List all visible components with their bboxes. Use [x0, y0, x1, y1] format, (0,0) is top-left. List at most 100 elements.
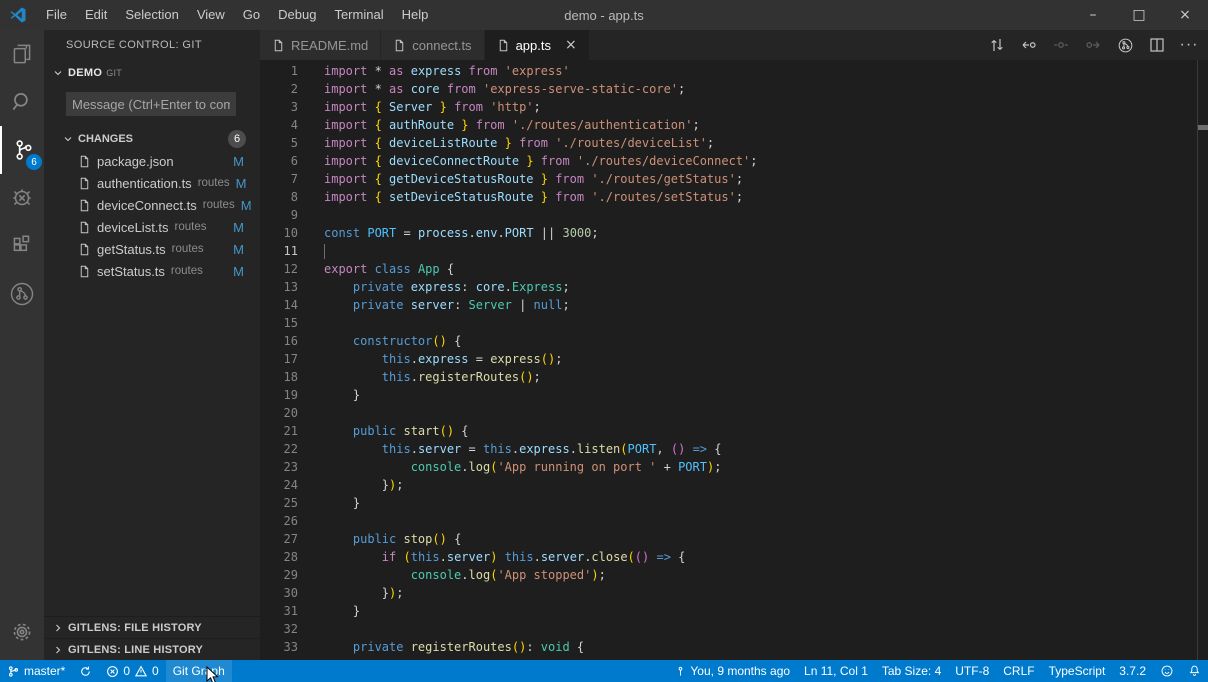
code-text: import { getDeviceStatusRoute } from './…	[324, 170, 743, 188]
code-line[interactable]: 19 }	[260, 386, 1208, 404]
code-line[interactable]: 2import * as core from 'express-serve-st…	[260, 80, 1208, 98]
code-line[interactable]: 29 console.log('App stopped');	[260, 566, 1208, 584]
file-name: getStatus.ts	[97, 242, 166, 257]
title-bar: FileEditSelectionViewGoDebugTerminalHelp…	[0, 0, 1208, 30]
code-line[interactable]: 26	[260, 512, 1208, 530]
debug-icon[interactable]	[0, 174, 44, 222]
code-line[interactable]: 14 private server: Server | null;	[260, 296, 1208, 314]
tab-size-indicator[interactable]: Tab Size: 4	[875, 660, 948, 682]
code-line[interactable]: 7import { getDeviceStatusRoute } from '.…	[260, 170, 1208, 188]
typescript-version[interactable]: 3.7.2	[1112, 660, 1153, 682]
code-line[interactable]: 31 }	[260, 602, 1208, 620]
code-line[interactable]: 4import { authRoute } from './routes/aut…	[260, 116, 1208, 134]
eol-indicator[interactable]: CRLF	[996, 660, 1041, 682]
changed-file-row[interactable]: getStatus.tsroutesM	[44, 238, 260, 260]
explorer-icon[interactable]	[0, 30, 44, 78]
tab-connect[interactable]: connect.ts	[381, 30, 484, 60]
changed-file-row[interactable]: setStatus.tsroutesM	[44, 260, 260, 282]
feedback-smiley-icon	[1160, 664, 1174, 678]
code-line[interactable]: 11	[260, 242, 1208, 260]
close-window-button[interactable]: ×	[1162, 0, 1208, 30]
changed-file-row[interactable]: authentication.tsroutesM	[44, 172, 260, 194]
git-graph-status-button[interactable]: Git Graph	[166, 660, 232, 682]
menu-item-selection[interactable]: Selection	[116, 0, 187, 30]
open-changes-icon[interactable]	[986, 34, 1008, 56]
branch-indicator[interactable]: master*	[0, 660, 72, 682]
source-control-icon[interactable]: 6	[0, 126, 46, 174]
cursor-position[interactable]: Ln 11, Col 1	[797, 660, 875, 682]
code-line[interactable]: 22 this.server = this.express.listen(POR…	[260, 440, 1208, 458]
minimize-button[interactable]: –	[1070, 0, 1116, 30]
close-tab-icon[interactable]: ×	[565, 37, 577, 53]
gutter-indicator-icon[interactable]	[1050, 34, 1072, 56]
problems-indicator[interactable]: 0 0	[99, 660, 165, 682]
code-line[interactable]: 28 if (this.server) this.server.close(()…	[260, 548, 1208, 566]
gitlens-line-history-pane[interactable]: GITLENS: LINE HISTORY	[44, 638, 260, 660]
code-line[interactable]: 23 console.log('App running on port ' + …	[260, 458, 1208, 476]
extensions-icon[interactable]	[0, 222, 44, 270]
settings-gear-icon[interactable]	[0, 608, 44, 656]
activity-bar: 6	[0, 30, 44, 660]
menu-item-view[interactable]: View	[188, 0, 234, 30]
menu-item-help[interactable]: Help	[393, 0, 438, 30]
changed-file-row[interactable]: deviceConnect.tsroutesM	[44, 194, 260, 216]
code-line[interactable]: 25 }	[260, 494, 1208, 512]
next-change-icon[interactable]	[1082, 34, 1104, 56]
code-line[interactable]: 18 this.registerRoutes();	[260, 368, 1208, 386]
line-number: 3	[260, 98, 298, 116]
git-graph-view-icon[interactable]	[0, 270, 44, 318]
more-actions-icon[interactable]: ···	[1178, 34, 1200, 56]
code-line[interactable]: 12export class App {	[260, 260, 1208, 278]
tab-readme[interactable]: README.md	[260, 30, 381, 60]
previous-change-icon[interactable]	[1018, 34, 1040, 56]
menu-item-edit[interactable]: Edit	[76, 0, 116, 30]
search-icon[interactable]	[0, 78, 44, 126]
gitlens-blame[interactable]: You, 9 months ago	[668, 660, 797, 682]
menu-item-debug[interactable]: Debug	[269, 0, 325, 30]
window-title: demo - app.ts	[564, 8, 644, 23]
code-editor[interactable]: 1import * as express from 'express'2impo…	[260, 60, 1208, 660]
gitlens-file-history-pane[interactable]: GITLENS: FILE HISTORY	[44, 616, 260, 638]
code-line[interactable]: 6import { deviceConnectRoute } from './r…	[260, 152, 1208, 170]
scrollbar-marker[interactable]	[1198, 125, 1208, 130]
source-control-sidebar: DEMO GIT CHANGES 6 package.jsonMauthenti…	[44, 60, 260, 660]
code-line[interactable]: 3import { Server } from 'http';	[260, 98, 1208, 116]
code-line[interactable]: 1import * as express from 'express'	[260, 62, 1208, 80]
code-line[interactable]: 30 });	[260, 584, 1208, 602]
code-text: }	[324, 494, 360, 512]
notifications-button[interactable]	[1181, 660, 1208, 682]
commit-message-input[interactable]	[66, 92, 236, 116]
maximize-button[interactable]: □	[1116, 0, 1162, 30]
line-number: 12	[260, 260, 298, 278]
code-line[interactable]: 15	[260, 314, 1208, 332]
code-line[interactable]: 27 public stop() {	[260, 530, 1208, 548]
menu-item-terminal[interactable]: Terminal	[325, 0, 392, 30]
code-line[interactable]: 20	[260, 404, 1208, 422]
encoding-indicator[interactable]: UTF-8	[948, 660, 996, 682]
code-line[interactable]: 21 public start() {	[260, 422, 1208, 440]
repo-header[interactable]: DEMO GIT	[44, 62, 260, 84]
changes-section-header[interactable]: CHANGES 6	[44, 128, 260, 150]
code-line[interactable]: 16 constructor() {	[260, 332, 1208, 350]
code-line[interactable]: 5import { deviceListRoute } from './rout…	[260, 134, 1208, 152]
feedback-button[interactable]	[1153, 660, 1181, 682]
menu-item-file[interactable]: File	[37, 0, 76, 30]
split-editor-icon[interactable]	[1146, 34, 1168, 56]
sidebar-title: SOURCE CONTROL: GIT	[66, 30, 202, 60]
changed-file-row[interactable]: deviceList.tsroutesM	[44, 216, 260, 238]
tab-app[interactable]: app.ts ×	[485, 30, 590, 60]
git-graph-file-icon[interactable]	[1114, 34, 1136, 56]
menu-item-go[interactable]: Go	[234, 0, 269, 30]
language-mode[interactable]: TypeScript	[1042, 660, 1113, 682]
code-line[interactable]: 9	[260, 206, 1208, 224]
code-line[interactable]: 17 this.express = express();	[260, 350, 1208, 368]
code-line[interactable]: 8import { setDeviceStatusRoute } from '.…	[260, 188, 1208, 206]
code-line[interactable]: 10const PORT = process.env.PORT || 3000;	[260, 224, 1208, 242]
code-line[interactable]: 24 });	[260, 476, 1208, 494]
code-line[interactable]: 33 private registerRoutes(): void {	[260, 638, 1208, 656]
code-line[interactable]: 13 private express: core.Express;	[260, 278, 1208, 296]
code-line[interactable]: 32	[260, 620, 1208, 638]
sync-button[interactable]	[72, 660, 99, 682]
changed-file-row[interactable]: package.jsonM	[44, 150, 260, 172]
chevron-down-icon	[62, 133, 74, 145]
